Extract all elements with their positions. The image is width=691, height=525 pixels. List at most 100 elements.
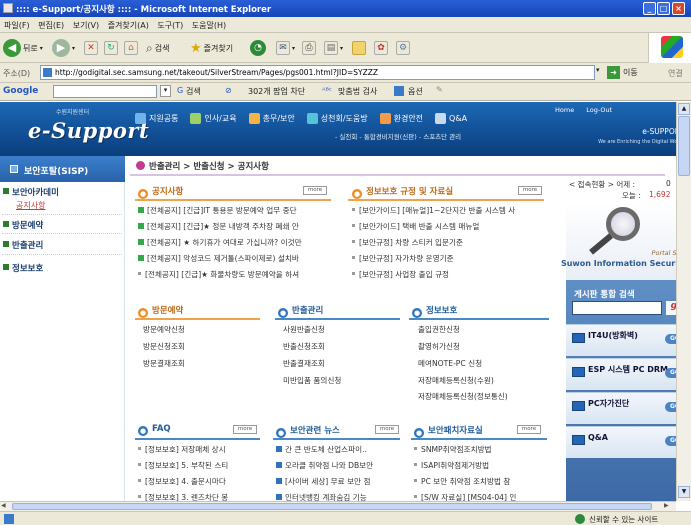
carry-link[interactable]: 반출신청조회 xyxy=(283,341,325,352)
sub-nav[interactable]: - 실천회 - 통합경비지원(신판) - 스포츠단 관리 xyxy=(335,131,461,141)
sidebar-item-academy[interactable]: 보안아카데미 xyxy=(0,186,125,198)
news-row[interactable]: 오라클 취약점 나와 DB보안 xyxy=(276,460,402,471)
info-panel-title[interactable]: ● 정보보호 xyxy=(412,304,457,318)
google-logo[interactable]: Google xyxy=(3,86,38,96)
maximize-button[interactable]: □ xyxy=(657,2,670,15)
menu-view[interactable]: 보기(V) xyxy=(73,21,99,30)
scroll-thumb[interactable] xyxy=(678,116,690,176)
scroll-up-icon[interactable]: ▲ xyxy=(678,103,690,115)
minimize-button[interactable]: _ xyxy=(643,2,656,15)
info-link[interactable]: 출입권한신청 xyxy=(418,324,460,335)
rules-row[interactable]: [보안가이드] 택배 반출 시스템 매뉴얼 xyxy=(352,221,552,232)
visit-link[interactable]: 방문예약신청 xyxy=(143,324,185,335)
search-button[interactable]: ⌕ 검색 xyxy=(146,38,169,58)
news-more-button[interactable]: more xyxy=(375,425,399,434)
vertical-scrollbar[interactable]: ▲ ▼ xyxy=(676,102,691,501)
news-panel-title[interactable]: ● 보안관련 뉴스 xyxy=(276,424,340,438)
rules-panel-title[interactable]: ● 정보보호 규정 및 자료실 xyxy=(352,185,453,199)
nav-qna[interactable]: Q&A xyxy=(435,113,467,124)
google-search-input[interactable] xyxy=(53,85,157,98)
carry-link[interactable]: 반출결재조회 xyxy=(283,358,325,369)
tools-button[interactable]: ⚙ xyxy=(396,38,410,58)
pencil-icon[interactable]: ✎ xyxy=(436,85,443,94)
go-button[interactable]: ➜ 이동 xyxy=(607,65,638,80)
folder-button[interactable] xyxy=(352,38,366,58)
quick-link-esp[interactable]: ESP 시스템 PC DRM GO xyxy=(566,358,691,390)
sidebar-item-infosec[interactable]: 정보보호 xyxy=(0,262,125,274)
google-search-button[interactable]: 검색 xyxy=(186,86,201,97)
rules-more-button[interactable]: more xyxy=(518,186,542,195)
info-link[interactable]: 메여NOTE-PC 신청 xyxy=(418,358,482,369)
options-button[interactable]: 옵션 xyxy=(408,86,423,97)
nav-common[interactable]: 지원공통 xyxy=(135,113,178,124)
notice-row[interactable]: [전체공지] [긴급]★ 화물차량도 방문예약을 하셔 xyxy=(138,269,336,280)
faq-row[interactable]: [정보보호] 저장매체 상시 xyxy=(138,444,262,455)
home-button[interactable]: ⌂ xyxy=(124,38,138,58)
google-dropdown-icon[interactable]: ▾ xyxy=(160,85,171,97)
visit-link[interactable]: 방문결재조회 xyxy=(143,358,185,369)
faq-row[interactable]: [정보보호] 4. 출문시마다 xyxy=(138,476,262,487)
address-input[interactable]: http://godigital.sec.samsung.net/takeout… xyxy=(40,65,595,80)
faq-more-button[interactable]: more xyxy=(233,425,257,434)
quick-link-qna[interactable]: Q&A GO xyxy=(566,426,691,458)
notice-row[interactable]: [전체공지] 악성코드 제거툴(스파이제로) 설치바 xyxy=(138,253,336,264)
rules-row[interactable]: [보안규정] 사업장 출입 규정 xyxy=(352,269,552,280)
site-logo[interactable]: e-Support xyxy=(28,118,149,143)
carry-link[interactable]: 미반입품 품의신청 xyxy=(283,375,341,386)
notice-row[interactable]: [전체공지] [긴급]★ 정문 내방객 주차장 폐쇄 안 xyxy=(138,221,336,232)
quick-link-it4u[interactable]: IT4U(방화벽) GO xyxy=(566,324,691,356)
visit-panel-title[interactable]: ● 방문예약 xyxy=(138,304,183,318)
home-link[interactable]: Home xyxy=(555,106,574,114)
visit-link[interactable]: 방문신청조회 xyxy=(143,341,185,352)
favorites-button[interactable]: ★ 즐겨찾기 xyxy=(190,38,233,58)
messenger-button[interactable]: ✿ xyxy=(374,38,388,58)
patch-row[interactable]: ISAPI취약점제거방법 xyxy=(414,460,554,471)
patch-row[interactable]: SNMP취약점조치방법 xyxy=(414,444,554,455)
edit-button[interactable]: ▤ ▾ xyxy=(324,38,343,58)
rules-row[interactable]: [보안규정] 자가차량 운영기준 xyxy=(352,253,552,264)
board-search-input[interactable] xyxy=(572,301,662,315)
faq-row[interactable]: [정보보호] 5. 부착된 스티 xyxy=(138,460,262,471)
notice-row[interactable]: [전체공지] [긴급]IT 통용문 방문예약 업무 중단 xyxy=(138,205,336,216)
popup-blocker[interactable]: 302개 팝업 차단 xyxy=(248,86,305,97)
close-button[interactable]: × xyxy=(672,2,685,15)
logout-link[interactable]: Log-Out xyxy=(586,106,612,114)
print-button[interactable]: ⎙ xyxy=(302,38,316,58)
scroll-down-icon[interactable]: ▼ xyxy=(678,486,690,498)
links-label[interactable]: 연결 xyxy=(668,68,683,79)
quick-link-selfcheck[interactable]: PC자가진단 GO xyxy=(566,392,691,424)
back-button[interactable]: ◀ 뒤로 ▾ xyxy=(3,38,43,58)
scroll-h-thumb[interactable] xyxy=(12,503,652,510)
news-row[interactable]: [사이버 세상] 무료 보안 점 xyxy=(276,476,402,487)
info-link[interactable]: 촬영허가신청 xyxy=(418,341,460,352)
sidebar-item-visit[interactable]: 방문예약 xyxy=(0,219,125,231)
stop-button[interactable]: ✕ xyxy=(84,38,98,58)
scroll-right-icon[interactable]: ▶ xyxy=(664,502,674,511)
mail-button[interactable]: ✉ ▾ xyxy=(276,38,295,58)
news-row[interactable]: 간 큰 반도체 산업스파이.. xyxy=(276,444,402,455)
info-link[interactable]: 저장매체등록신청(정보통신) xyxy=(418,391,508,402)
carry-panel-title[interactable]: ● 반출관리 xyxy=(278,304,323,318)
patch-panel-title[interactable]: ● 보안패치자료실 xyxy=(414,424,483,438)
info-link[interactable]: 저장매체등록신청(수원) xyxy=(418,375,494,386)
patch-row[interactable]: PC 보안 취약점 조치방법 참 xyxy=(414,476,554,487)
sidebar-sub-notice[interactable]: 공지사항 xyxy=(16,200,45,211)
address-dropdown-icon[interactable]: ▾ xyxy=(596,66,600,74)
rules-row[interactable]: [보안가이드] [매뉴얼]1~2단지간 반출 시스템 사 xyxy=(352,205,552,216)
sidebar-item-carry[interactable]: 반출관리 xyxy=(0,239,125,251)
menu-favorites[interactable]: 즐겨찾기(A) xyxy=(108,21,149,30)
faq-panel-title[interactable]: ● FAQ xyxy=(138,424,171,438)
history-button[interactable]: ◔ xyxy=(250,38,266,58)
patch-more-button[interactable]: more xyxy=(517,425,541,434)
nav-club[interactable]: 성천회/도움방 xyxy=(306,113,368,124)
scroll-left-icon[interactable]: ◀ xyxy=(1,502,11,511)
nav-safety[interactable]: 환경안전 xyxy=(379,113,423,124)
menu-file[interactable]: 파일(F) xyxy=(4,21,30,30)
horizontal-scrollbar[interactable]: ◀ ▶ xyxy=(0,501,676,511)
menu-help[interactable]: 도움말(H) xyxy=(192,21,226,30)
forward-button[interactable]: ▶ ▾ xyxy=(52,38,75,58)
nav-general[interactable]: 총무/보안 xyxy=(248,113,295,124)
spellcheck-button[interactable]: 맞춤법 검사 xyxy=(338,86,377,97)
notice-row[interactable]: [전체공지] ★ 하기휴가 여대로 가십니까? 이것만 xyxy=(138,237,336,248)
notice-more-button[interactable]: more xyxy=(303,186,327,195)
